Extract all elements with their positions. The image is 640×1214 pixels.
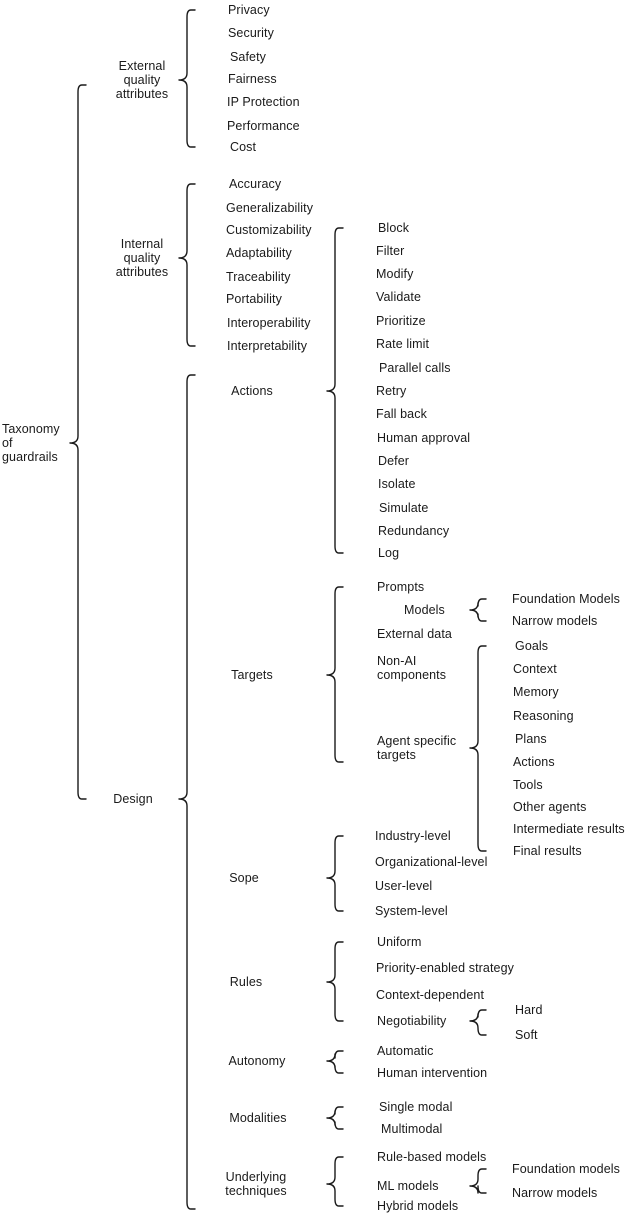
leaf-plans: Plans [515, 732, 547, 746]
leaf-goals: Goals [515, 639, 549, 653]
leaf-interoperability: Interoperability [227, 316, 311, 330]
leaf-privacy: Privacy [228, 3, 270, 17]
modalities-brace [326, 1106, 344, 1130]
node-internal-quality: Internal quality attributes [115, 237, 169, 279]
node-targets: Targets [231, 668, 273, 682]
leaf-industry-level: Industry-level [375, 829, 451, 843]
leaf-customizability: Customizability [226, 223, 312, 237]
node-rules: Rules [229, 975, 263, 989]
node-agent-specific: Agent specific targets [377, 734, 457, 762]
leaf-simulate: Simulate [379, 501, 429, 515]
node-autonomy: Autonomy [228, 1054, 286, 1068]
leaf-generalizability: Generalizability [226, 201, 314, 215]
leaf-validate: Validate [376, 290, 422, 304]
node-design: Design [113, 792, 153, 806]
leaf-parallel-calls: Parallel calls [379, 361, 451, 375]
leaf-narrow-models: Narrow models [512, 1186, 598, 1200]
leaf-multimodal: Multimodal [381, 1122, 443, 1136]
leaf-rate-limit: Rate limit [376, 337, 430, 351]
agent-targets-brace [469, 645, 487, 852]
leaf-tools: Tools [513, 778, 543, 792]
leaf-human-approval: Human approval [377, 431, 471, 445]
leaf-safety: Safety [230, 50, 267, 64]
leaf-uniform: Uniform [377, 935, 422, 949]
leaf-context-dependent: Context-dependent [376, 988, 485, 1002]
leaf-defer: Defer [378, 454, 410, 468]
leaf-rule-based-models: Rule-based models [377, 1150, 487, 1164]
autonomy-brace [326, 1050, 344, 1074]
leaf-user-level: User-level [375, 879, 433, 893]
node-underlying: Underlying techniques [225, 1170, 287, 1198]
actions-brace [326, 227, 344, 554]
leaf-cost: Cost [230, 140, 257, 154]
node-root: Taxonomy of guardrails [2, 422, 60, 464]
leaf-modify: Modify [376, 267, 414, 281]
leaf-fairness: Fairness [228, 72, 277, 86]
leaf-filter: Filter [376, 244, 405, 258]
leaf-prioritize: Prioritize [376, 314, 426, 328]
leaf-interpretability: Interpretability [227, 339, 308, 353]
leaf-isolate: Isolate [378, 477, 416, 491]
leaf-performance: Performance [227, 119, 300, 133]
leaf-intermediate-results: Intermediate results [513, 822, 625, 836]
leaf-other-agents: Other agents [513, 800, 587, 814]
leaf-hard: Hard [515, 1003, 543, 1017]
leaf-final-results: Final results [513, 844, 582, 858]
rules-brace [326, 941, 344, 1022]
ml-models-brace [469, 1168, 487, 1194]
leaf-system-level: System-level [375, 904, 448, 918]
node-external-quality: External quality attributes [115, 59, 169, 101]
node-negotiability: Negotiability [377, 1014, 447, 1028]
leaf-actions: Actions [513, 755, 555, 769]
root-brace [69, 84, 87, 800]
design-brace [178, 374, 196, 1210]
leaf-block: Block [378, 221, 410, 235]
taxonomy-diagram: Taxonomy of guardrails External quality attri… [0, 0, 640, 1214]
leaf-redundancy: Redundancy [378, 524, 450, 538]
leaf-narrow-models: Narrow models [512, 614, 598, 628]
brace-layer [69, 9, 487, 1210]
models-brace [469, 598, 487, 622]
node-actions: Actions [231, 384, 273, 398]
leaf-hybrid-models: Hybrid models [377, 1199, 459, 1213]
node-models: Models [404, 603, 445, 617]
underlying-techniques-brace [326, 1156, 344, 1207]
leaf-automatic: Automatic [377, 1044, 434, 1058]
leaf-accuracy: Accuracy [229, 177, 282, 191]
leaf-fall-back: Fall back [376, 407, 427, 421]
node-non-ai: Non-AI components [377, 654, 447, 682]
leaf-log: Log [378, 546, 400, 560]
node-ml-models: ML models [377, 1179, 439, 1193]
leaf-memory: Memory [513, 685, 559, 699]
leaf-organizational-level: Organizational-level [375, 855, 488, 869]
external-quality-brace [178, 9, 196, 148]
node-sope: Sope [229, 871, 259, 885]
leaf-prompts: Prompts [377, 580, 425, 594]
leaf-portability: Portability [226, 292, 282, 306]
leaf-soft: Soft [515, 1028, 538, 1042]
sope-brace [326, 835, 344, 912]
leaf-reasoning: Reasoning [513, 709, 574, 723]
negotiability-brace [469, 1009, 487, 1036]
leaf-external-data: External data [377, 627, 452, 641]
leaf-foundation-models: Foundation models [512, 1162, 621, 1176]
internal-quality-brace [178, 183, 196, 347]
leaf-context: Context [513, 662, 557, 676]
leaf-retry: Retry [376, 384, 407, 398]
leaf-ip-protection: IP Protection [227, 95, 300, 109]
targets-brace [326, 586, 344, 763]
leaf-human-intervention: Human intervention [377, 1066, 488, 1080]
leaf-traceability: Traceability [226, 270, 291, 284]
leaf-adaptability: Adaptability [226, 246, 292, 260]
leaf-security: Security [228, 26, 274, 40]
leaf-priority-enabled-strategy: Priority-enabled strategy [376, 961, 514, 975]
node-modalities: Modalities [229, 1111, 287, 1125]
leaf-foundation-models: Foundation Models [512, 592, 621, 606]
leaf-single-modal: Single modal [379, 1100, 453, 1114]
